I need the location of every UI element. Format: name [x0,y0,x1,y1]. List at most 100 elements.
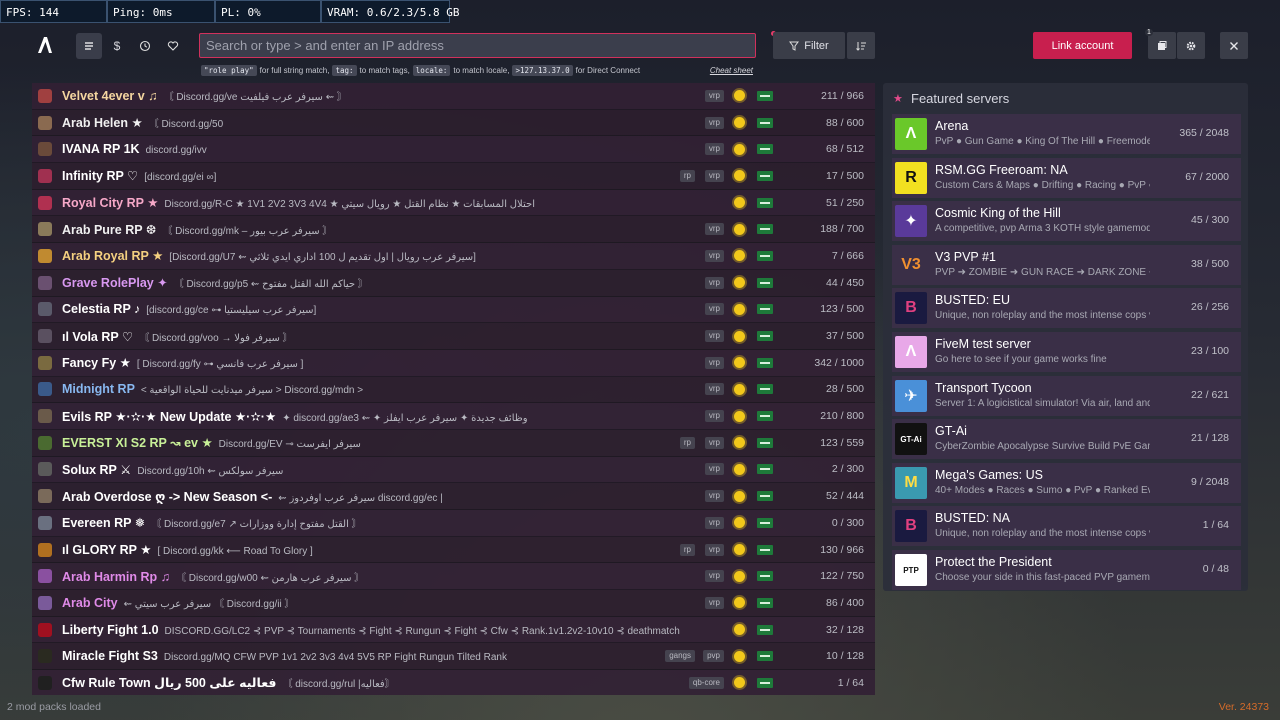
sun-icon [734,383,745,395]
server-name: Celestia RP ♪ [discord.gg/ce ⊶ سيرفر عرب … [62,302,316,316]
tab-history[interactable] [132,33,158,59]
locale-flag-icon [757,464,773,475]
featured-server-row[interactable]: R RSM.GG Freeroam: NA Custom Cars & Maps ●… [892,157,1241,198]
server-row[interactable]: Midnight RP < سيرفر ميدنايت للحياة الواقع… [32,376,875,404]
server-name-text: Arab Helen ★ [62,116,143,131]
server-name-text: Arab City [62,596,118,611]
locale-flag-icon [757,411,773,422]
server-row[interactable]: Grave RolePlay ✦ 〘 Discord.gg/p5 ⇜ حياكم … [32,269,875,297]
server-name: Velvet 4ever v ♫ 〘 Discord.gg/ve سيرفر عر… [62,88,347,103]
notifications-button[interactable] [1148,32,1176,59]
tab-favorites[interactable] [160,33,186,59]
cheat-sheet-link[interactable]: Cheat sheet [710,66,753,75]
server-name: Grave RolePlay ✦ 〘 Discord.gg/p5 ⇜ حياكم … [62,275,368,290]
server-icon [38,409,52,424]
featured-server-description: PVP ➜ ZOMBIE ➜ GUN RACE ➜ DARK ZONE ➜ F [935,266,1150,278]
search-input[interactable] [199,33,756,58]
server-description: < سيرفر ميدنايت للحياة الواقعية > Discor… [140,385,364,397]
filter-icon [789,41,800,51]
server-row[interactable]: Evils RP ★·✫·★ New Update ★·✫·★ ✦ discord… [32,403,875,430]
tab-all-servers[interactable] [76,33,102,59]
tab-premium[interactable]: $ [104,33,130,59]
server-tag: vrp [704,436,724,449]
featured-server-row[interactable]: M Mega's Games: US 40+ Modes ● Races ● Sum… [892,462,1241,503]
server-row[interactable]: Arab Overdose ღ -> New Season <- ⇜ سيرفر … [32,483,875,510]
sun-icon [734,463,745,475]
server-description: 〘 Discord.gg/e7 ↗ القتل مفتوح إدارة ووزا… [151,519,362,531]
server-row[interactable]: Celestia RP ♪ [discord.gg/ce ⊶ سيرفر عرب … [32,296,875,324]
featured-player-count: 21 / 128 [1191,432,1229,445]
player-count: 37 / 500 [826,330,864,343]
featured-server-row[interactable]: ✈ Transport Tycoon Server 1: A logicistica… [892,375,1241,416]
server-icon [38,382,52,397]
link-account-button[interactable]: Link account [1033,32,1132,59]
filter-button[interactable]: Filter [773,32,845,59]
sun-icon [734,303,745,315]
server-row[interactable]: Fancy Fy ★ [ Discord.gg/fy ⊶ سيرفر عرب فا… [32,349,875,377]
featured-server-icon: B [895,510,927,543]
featured-player-count: 45 / 300 [1191,214,1229,227]
featured-server-row[interactable]: V3 V3 PVP #1 PVP ➜ ZOMBIE ➜ GUN RACE ➜ DAR… [892,244,1241,285]
server-row[interactable]: Miracle Fight S3 Discord.gg/MQ CFW PVP 1v… [32,643,875,671]
server-row[interactable]: Solux RP ⚔ Discord.gg/10h ⇜ سيرفر سولكس vr… [32,456,875,484]
player-count: 122 / 750 [820,570,864,583]
featured-server-name: RSM.GG Freeroam: NA [935,162,1068,177]
featured-server-row[interactable]: ✦ Cosmic King of the Hill A competitive, p… [892,201,1241,242]
server-icon [38,355,52,370]
server-row[interactable]: Arab Royal RP ★ [Discord.gg/U7 ⇜ سيرفر عر… [32,243,875,270]
locale-flag-icon [757,304,773,315]
server-row[interactable]: Cfw Rule Town فعاليه على 500 ريال 〘 disco… [32,670,875,695]
featured-server-row[interactable]: PTP Protect the President Choose your side… [892,550,1241,590]
fivem-logo-icon[interactable] [36,36,54,54]
server-name-text: Grave RolePlay ✦ [62,276,168,291]
server-name: Royal City RP ★ Discord.gg/R-C ★ 1V1 2V2 … [62,195,535,210]
server-tag: vrp [704,463,724,476]
server-name: Liberty Fight 1.0 DISCORD.GG/LC2 ⊰ PVP ⊰ … [62,623,680,637]
featured-server-icon: ✈ [895,379,927,412]
server-row[interactable]: ıl GLORY RP ★ [ Discord.gg/kk ⟵ Road To G… [32,536,875,564]
featured-server-row[interactable]: B BUSTED: EU Unique, non roleplay and the … [892,288,1241,329]
filter-label: Filter [804,39,829,52]
server-description: discord.gg/ivv [145,145,207,157]
server-row[interactable]: Arab Harmin Rp ♫ 〘 Discord.gg/w00 ⇜ سيرفر… [32,563,875,591]
close-button[interactable] [1220,32,1248,59]
server-row[interactable]: IVANA RP 1K discord.gg/ivv vrp 68 / 512 [32,136,875,164]
featured-server-row[interactable]: B BUSTED: NA Unique, non roleplay and the … [892,506,1241,547]
sort-button[interactable] [847,32,875,59]
server-row[interactable]: Arab City ⇜ سيرفر عرب سيتي 〘 Discord.gg/i… [32,590,875,617]
server-row[interactable]: Royal City RP ★ Discord.gg/R-C ★ 1V1 2V2 … [32,189,875,217]
player-count: 0 / 300 [831,516,864,529]
featured-server-name: BUSTED: NA [935,511,1011,526]
hint-chip: tag: [332,64,357,76]
server-tag: vrp [704,249,724,262]
player-count: 123 / 500 [820,303,864,316]
player-count: 51 / 250 [826,196,864,209]
server-tag: vrp [704,356,724,369]
sun-icon [734,437,745,449]
featured-server-name: Cosmic King of the Hill [935,206,1061,221]
server-icon [38,435,52,450]
server-tag: vrp [704,596,724,609]
server-row[interactable]: Liberty Fight 1.0 DISCORD.GG/LC2 ⊰ PVP ⊰ … [32,616,875,644]
server-row[interactable]: Evereen RP ❅ 〘 Discord.gg/e7 ↗ القتل مفتو… [32,510,875,537]
server-description: Discord.gg/MQ CFW PVP 1v1 2v2 3v3 4v4 5V… [163,652,507,664]
server-row[interactable]: Infinity RP ♡ [discord.gg/ei ∞] vrp rp 17 / … [32,163,875,190]
server-description: Discord.gg/R-C ★ 1V1 2V2 3V3 4V4 ★ احتلا… [164,199,535,211]
featured-server-row[interactable]: Λ FiveM test server Go here to see if your… [892,332,1241,372]
server-row[interactable]: ıl Vola RP ♡ 〘 Discord.gg/voo → سيرفر فول… [32,323,875,350]
server-row[interactable]: Arab Pure RP ❆ 〘 Discord.gg/mk – سيرفر عر… [32,216,875,244]
server-row[interactable]: Velvet 4ever v ♫ 〘 Discord.gg/ve سيرفر عر… [32,83,875,110]
featured-server-row[interactable]: GT-Ai GT-Ai CyberZombie Apocalypse Survive… [892,419,1241,460]
server-tag: vrp [704,543,724,556]
server-description: [Discord.gg/U7 ⇜ سيرفر عرب رويال | اول ت… [169,252,476,264]
server-icon [38,195,52,210]
server-name-text: Royal City RP ★ [62,196,159,211]
server-tag: vrp [704,303,724,316]
settings-button[interactable] [1177,32,1205,59]
server-row[interactable]: Arab Helen ★ 〘 Discord.gg/50 vrp 88 / 600 [32,109,875,137]
featured-server-row[interactable]: Λ Arena PvP ● Gun Game ● King Of The Hill … [892,114,1241,154]
hint-chip: >127.13.37.0 [512,64,573,76]
server-tag: vrp [704,490,724,503]
featured-server-icon: V3 [895,248,927,281]
server-row[interactable]: EVERST XI S2 RP ↝ ev ★ Discord.gg/EV ⊸ سي… [32,429,875,457]
